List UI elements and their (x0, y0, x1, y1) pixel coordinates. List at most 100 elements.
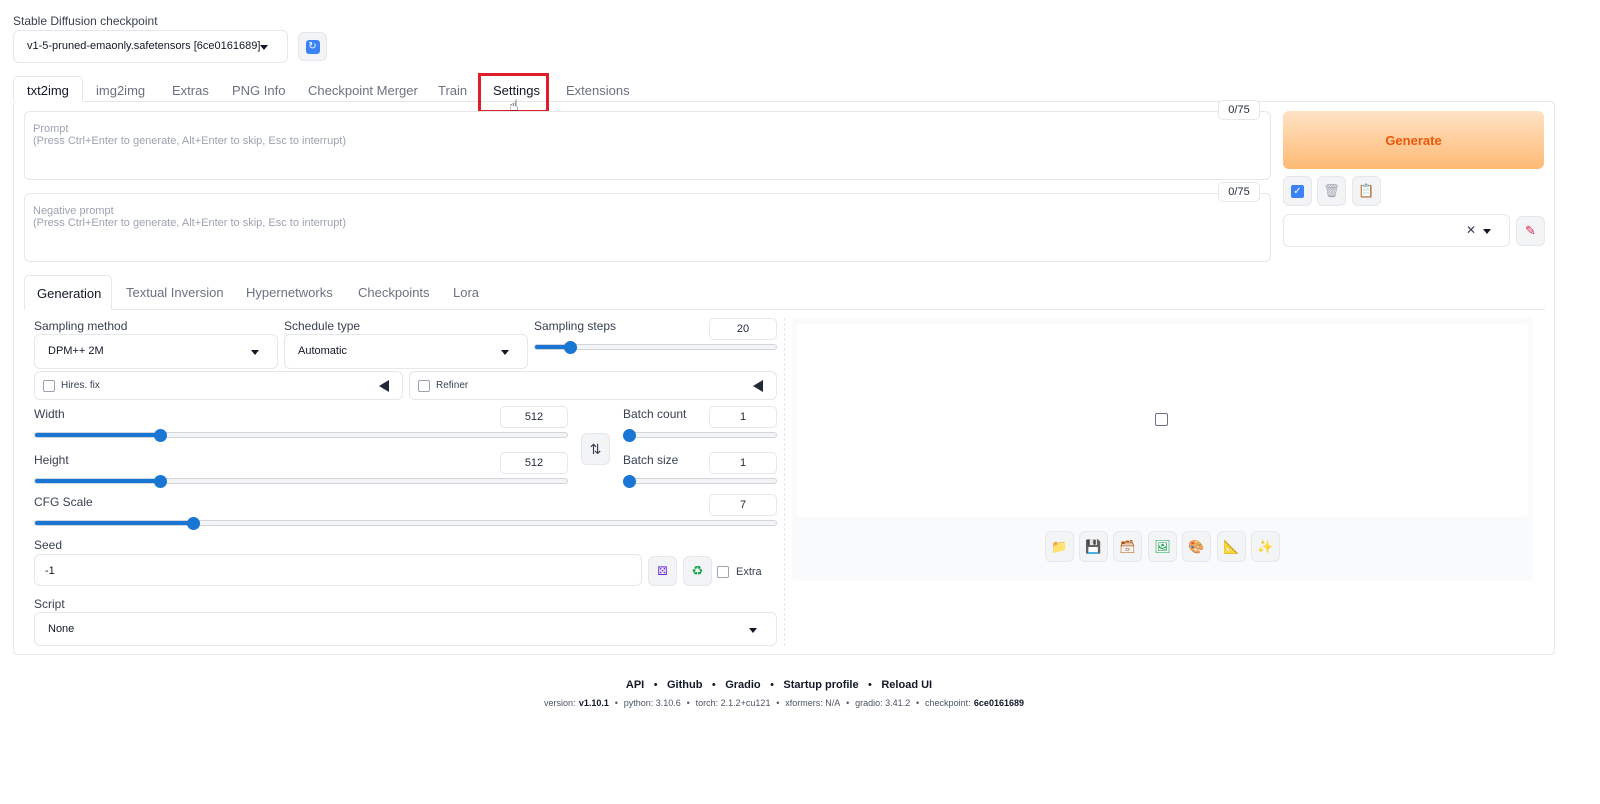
footer-link-github[interactable]: Github (667, 679, 702, 691)
footer-links: API • Github • Gradio • Startup profile … (0, 677, 1558, 691)
paste-button[interactable]: 📋 (1352, 176, 1381, 206)
version-label: version: (544, 698, 576, 708)
slider-thumb[interactable] (154, 475, 167, 488)
subtab-textual-inversion[interactable]: Textual Inversion (126, 285, 224, 300)
footer-versions: version: v1.10.1 • python: 3.10.6 • torc… (0, 695, 1568, 709)
collapse-arrow-icon[interactable] (379, 380, 389, 392)
open-folder-button[interactable]: 📁 (1045, 531, 1074, 562)
swap-dimensions-button[interactable]: ⇅ (581, 433, 610, 465)
collapse-arrow-icon[interactable] (753, 380, 763, 392)
subtab-checkpoints[interactable]: Checkpoints (358, 285, 430, 300)
footer-link-gradio[interactable]: Gradio (725, 679, 760, 691)
prompt-textarea[interactable]: Prompt (Press Ctrl+Enter to generate, Al… (24, 111, 1271, 180)
negative-prompt-token-counter: 0/75 (1218, 182, 1260, 202)
sampling-steps-input[interactable]: 20 (709, 318, 777, 340)
tab-png-info[interactable]: PNG Info (232, 83, 285, 98)
ruler-icon: 📐 (1223, 538, 1240, 554)
send-to-inpaint-button[interactable]: 🎨 (1182, 531, 1211, 562)
tab-train[interactable]: Train (438, 83, 467, 98)
subtab-lora[interactable]: Lora (453, 285, 479, 300)
refresh-checkpoint-button[interactable]: ↻ (298, 32, 327, 61)
cfg-scale-input[interactable]: 7 (709, 494, 777, 516)
output-image-area (797, 324, 1528, 517)
trash-icon: 🗑 (1323, 183, 1340, 198)
tab-txt2img-label: txt2img (27, 83, 69, 98)
checkpoint-hash[interactable]: 6ce0161689 (974, 698, 1024, 708)
seed-value: -1 (45, 565, 55, 577)
seed-input[interactable]: -1 (34, 554, 642, 586)
refiner-checkbox[interactable] (418, 380, 430, 392)
negative-prompt-textarea[interactable]: Negative prompt (Press Ctrl+Enter to gen… (24, 193, 1271, 262)
styles-dropdown[interactable]: ✕ (1283, 214, 1510, 247)
sampling-method-dropdown[interactable]: DPM++ 2M (34, 334, 278, 369)
slider-thumb[interactable] (623, 475, 636, 488)
refresh-icon: ↻ (305, 39, 320, 54)
footer-link-reload-ui[interactable]: Reload UI (881, 679, 932, 691)
edit-styles-button[interactable]: ✎ (1516, 216, 1545, 246)
batch-count-slider[interactable] (623, 429, 777, 442)
clear-icon[interactable]: ✕ (1466, 223, 1476, 237)
footer-link-api[interactable]: API (626, 679, 644, 691)
generate-button[interactable]: Generate (1283, 111, 1544, 169)
separator: • (861, 679, 879, 691)
sparkle-icon: ✨ (1257, 538, 1274, 554)
version-value[interactable]: v1.10.1 (579, 698, 609, 708)
height-input[interactable]: 512 (500, 452, 568, 474)
slider-thumb[interactable] (564, 341, 577, 354)
width-slider[interactable] (34, 429, 568, 442)
save-button[interactable]: 💾 (1079, 531, 1108, 562)
cfg-scale-slider[interactable] (34, 517, 777, 530)
send-to-extras-button[interactable]: 📐 (1217, 531, 1246, 562)
tab-img2img[interactable]: img2img (96, 83, 145, 98)
width-input[interactable]: 512 (500, 406, 568, 428)
negative-prompt-placeholder: (Press Ctrl+Enter to generate, Alt+Enter… (33, 217, 347, 229)
tab-extras[interactable]: Extras (172, 83, 209, 98)
xformers-version: xformers: N/A (785, 698, 841, 708)
script-label: Script (34, 597, 65, 611)
negative-prompt-label: Negative prompt (33, 205, 114, 217)
height-label: Height (34, 453, 69, 467)
height-slider[interactable] (34, 475, 568, 488)
reuse-seed-button[interactable]: ♻ (683, 556, 712, 586)
sampling-method-value: DPM++ 2M (48, 345, 104, 357)
send-to-img2img-button[interactable]: 🖼 (1148, 531, 1177, 562)
script-dropdown[interactable]: None (34, 612, 777, 646)
hires-fix-accordion[interactable]: Hires. fix (34, 371, 403, 400)
separator: • (913, 698, 922, 708)
tab-checkpoint-merger[interactable]: Checkpoint Merger (308, 83, 418, 98)
apply-style-button[interactable]: ✓ (1283, 176, 1312, 206)
slider-thumb[interactable] (154, 429, 167, 442)
schedule-type-dropdown[interactable]: Automatic (284, 334, 528, 369)
checkbox-style-icon: ✓ (1291, 184, 1304, 198)
slider-thumb[interactable] (187, 517, 200, 530)
slider-thumb[interactable] (623, 429, 636, 442)
tab-extensions[interactable]: Extensions (566, 83, 630, 98)
extra-seed-checkbox[interactable] (717, 566, 729, 578)
zip-button[interactable]: 🗃 (1113, 531, 1142, 562)
separator: • (843, 698, 852, 708)
upscale-button[interactable]: ✨ (1251, 531, 1280, 562)
sampling-steps-slider[interactable] (534, 341, 777, 354)
checkpoint-dropdown[interactable]: v1-5-pruned-emaonly.safetensors [6ce0161… (13, 30, 288, 63)
clear-prompt-button[interactable]: 🗑 (1317, 176, 1346, 206)
batch-size-input[interactable]: 1 (709, 452, 777, 474)
refiner-label: Refiner (436, 380, 469, 391)
footer-link-startup-profile[interactable]: Startup profile (783, 679, 858, 691)
refiner-accordion[interactable]: Refiner (409, 371, 777, 400)
separator: • (764, 679, 781, 691)
pencil-icon: ✎ (1525, 223, 1536, 238)
random-seed-button[interactable]: ⚄ (648, 556, 677, 586)
palette-icon: 🎨 (1188, 538, 1205, 554)
seed-label: Seed (34, 538, 63, 552)
batch-size-slider[interactable] (623, 475, 777, 488)
chevron-down-icon (1483, 229, 1491, 234)
prompt-token-counter: 0/75 (1218, 100, 1260, 120)
subtab-generation[interactable]: Generation (24, 275, 112, 310)
sampling-steps-label: Sampling steps (534, 319, 617, 333)
batch-count-input[interactable]: 1 (709, 406, 777, 428)
subtab-hypernetworks[interactable]: Hypernetworks (246, 285, 333, 300)
tab-txt2img[interactable]: txt2img (13, 76, 83, 102)
sampling-method-label: Sampling method (34, 319, 128, 333)
hires-fix-checkbox[interactable] (43, 380, 55, 392)
recycle-icon: ♻ (691, 563, 704, 578)
